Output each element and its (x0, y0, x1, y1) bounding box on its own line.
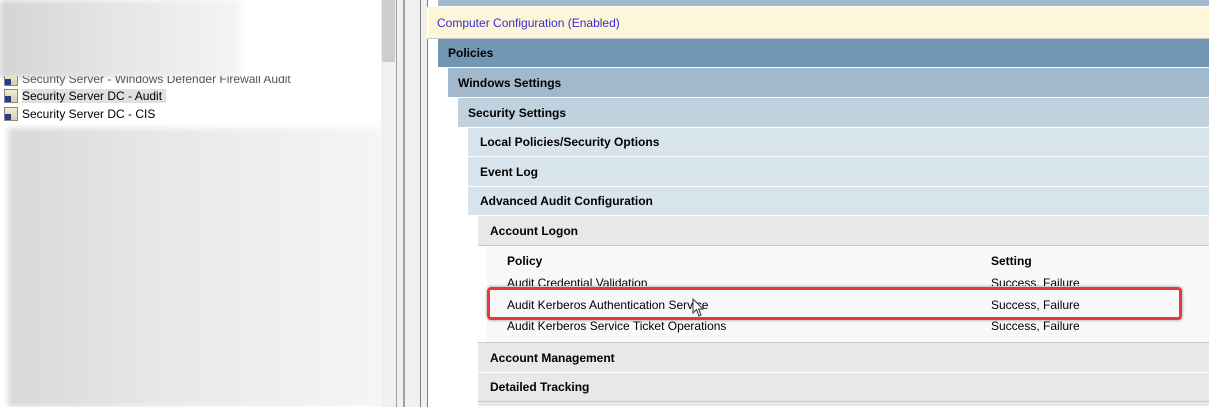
blurred-region (0, 0, 240, 78)
policies-header[interactable]: Policies (437, 39, 1209, 68)
pane-splitter[interactable] (396, 0, 428, 407)
security-settings-header[interactable]: Security Settings (457, 98, 1209, 128)
computer-configuration-header[interactable]: Computer Configuration (Enabled) (427, 7, 1209, 39)
section-title: Account Management (490, 350, 615, 365)
section-header-top (437, 0, 1209, 7)
event-log-header[interactable]: Event Log (467, 157, 1209, 187)
section-title: Windows Settings (458, 75, 562, 90)
next-section-header (477, 402, 1209, 407)
section-title: Advanced Audit Configuration (480, 194, 653, 208)
section-title: Policies (448, 46, 494, 60)
policy-name: Audit Credential Validation (507, 276, 648, 286)
policy-setting: Success, Failure (991, 319, 1080, 333)
section-title: Security Settings (468, 105, 567, 120)
tree-item-label: Security Server DC - Audit (22, 89, 167, 103)
detailed-tracking-header[interactable]: Detailed Tracking (477, 373, 1209, 402)
highlight-box (487, 287, 1182, 320)
section-title: Local Policies/Security Options (480, 135, 660, 149)
tree-item-label: Security Server DC - CIS (22, 107, 156, 121)
gpo-icon (4, 89, 18, 103)
account-management-header[interactable]: Account Management (477, 342, 1209, 373)
column-header-policy: Policy (507, 254, 543, 268)
section-title: Event Log (480, 164, 539, 179)
blurred-region (8, 128, 393, 407)
gpo-icon (4, 107, 18, 121)
section-title: Computer Configuration (Enabled) (437, 15, 620, 30)
section-title: Account Logon (490, 223, 578, 238)
policy-setting: Success, Failure (991, 276, 1080, 286)
advanced-audit-header[interactable]: Advanced Audit Configuration (467, 187, 1209, 216)
policy-name: Audit Kerberos Service Ticket Operations (507, 319, 727, 333)
tree-item[interactable]: Security Server DC - CIS (4, 105, 155, 123)
gpo-tree-pane: Security Server - Windows Defender Firew… (0, 0, 396, 407)
local-policies-header[interactable]: Local Policies/Security Options (467, 128, 1209, 157)
mouse-cursor-icon (692, 298, 705, 317)
section-title: Detailed Tracking (490, 380, 590, 394)
tree-item-selected[interactable]: Security Server DC - Audit (4, 87, 167, 105)
column-header-setting: Setting (991, 254, 1032, 268)
scrollbar-thumb[interactable] (382, 0, 395, 62)
account-logon-header[interactable]: Account Logon (477, 216, 1209, 246)
windows-settings-header[interactable]: Windows Settings (447, 68, 1209, 98)
